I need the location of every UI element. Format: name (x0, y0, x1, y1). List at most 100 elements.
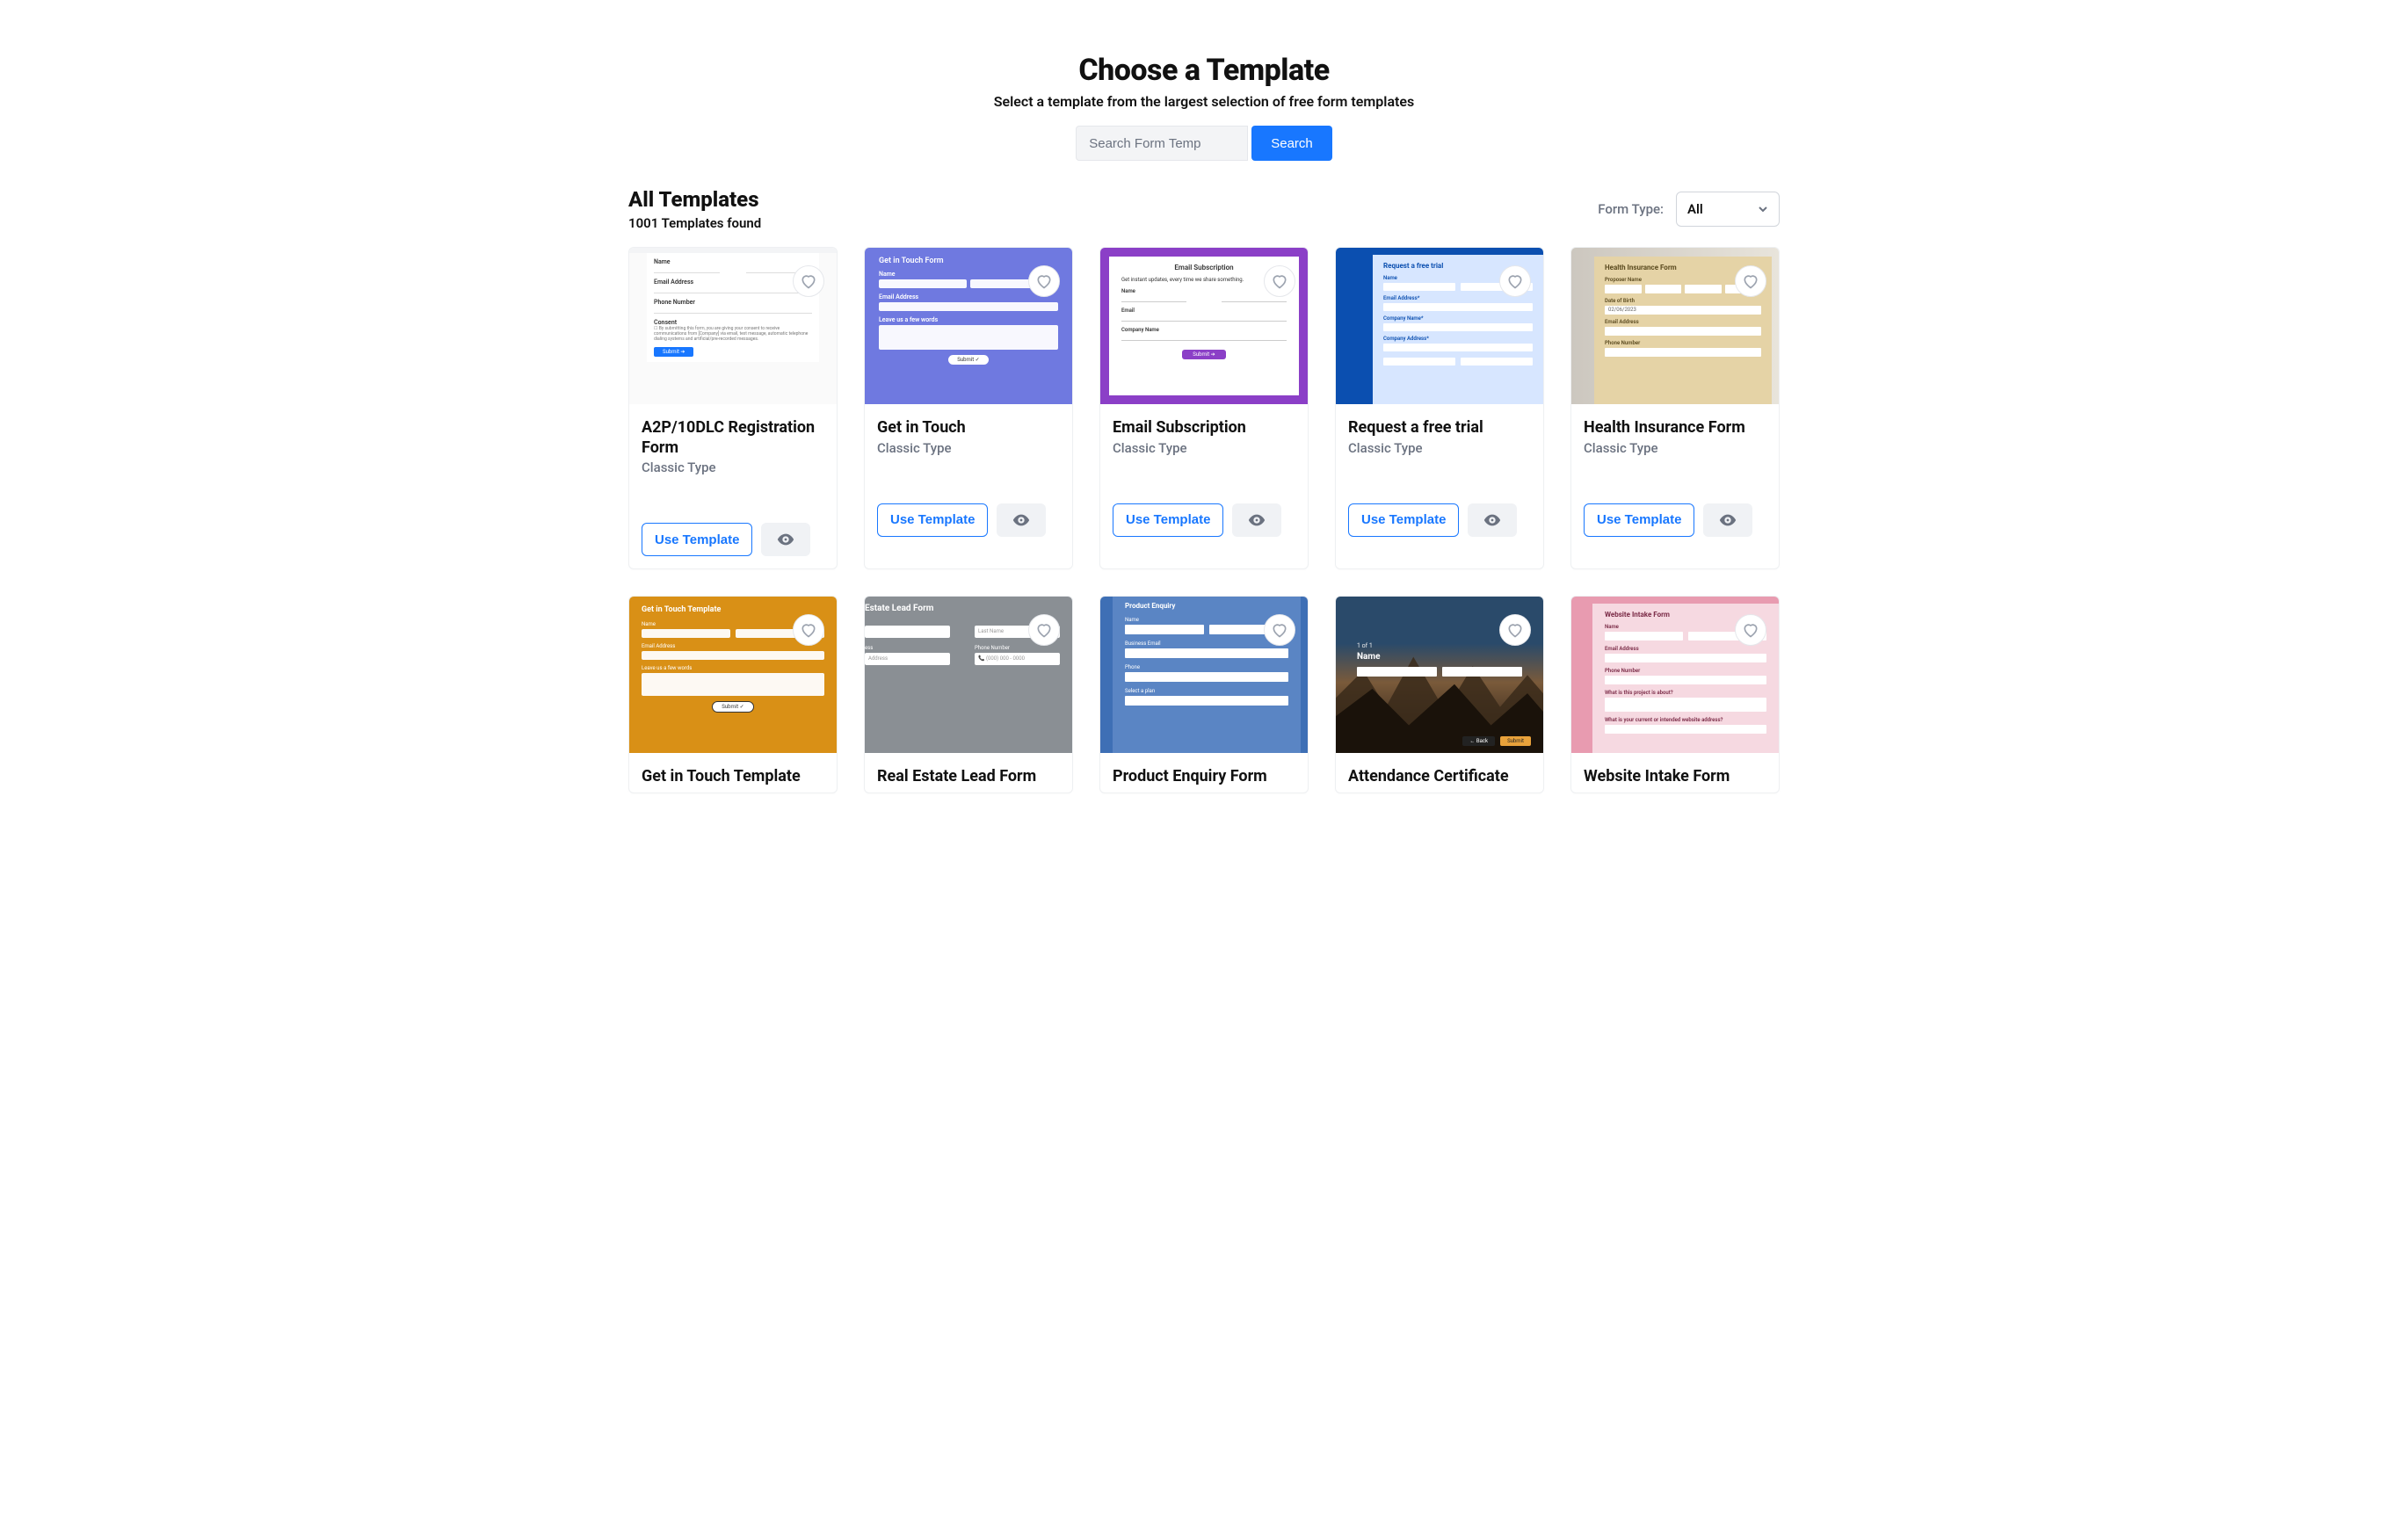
template-thumbnail: Name Email Address Phone Number Consent … (629, 248, 837, 404)
favorite-button[interactable] (793, 614, 824, 646)
eye-icon (776, 530, 795, 549)
preview-button[interactable] (1703, 503, 1752, 537)
heart-icon (1035, 272, 1053, 290)
template-thumbnail: Email Subscription Get instant updates, … (1100, 248, 1308, 404)
mock-label: Email (1121, 308, 1287, 314)
preview-button[interactable] (1232, 503, 1281, 537)
mock-label: Email Address (879, 293, 1058, 300)
template-type: Classic Type (1584, 440, 1766, 456)
template-title: Get in Touch Template (642, 767, 824, 787)
mock-label: Email Address (1605, 319, 1761, 325)
favorite-button[interactable] (1028, 265, 1060, 297)
template-card: Request a free trial Name Email Address*… (1335, 247, 1544, 569)
favorite-button[interactable] (1499, 614, 1531, 646)
mock-value: Address (865, 653, 950, 665)
heart-icon (1271, 621, 1288, 639)
use-template-button[interactable]: Use Template (1348, 503, 1459, 537)
mock-label: Consent (654, 319, 812, 326)
mock-label: Phone Number (1605, 668, 1766, 674)
favorite-button[interactable] (793, 265, 824, 297)
template-title: Request a free trial (1348, 418, 1531, 438)
use-template-button[interactable]: Use Template (877, 503, 988, 537)
mock-label: Company Address* (1383, 336, 1533, 342)
mock-button: Submit ➔ (654, 347, 693, 357)
mock-button: Submit ✓ (948, 355, 988, 365)
template-thumbnail: Product Enquiry Name Business Email Phon… (1100, 597, 1308, 753)
template-title: A2P/10DLC Registration Form (642, 418, 824, 458)
mock-heading: Name (1357, 652, 1522, 662)
mock-label: Name (1125, 617, 1288, 623)
template-type: Classic Type (1113, 440, 1295, 456)
template-title: Product Enquiry Form (1113, 767, 1295, 787)
form-type-select[interactable]: All (1676, 192, 1780, 227)
eye-icon (1012, 510, 1031, 530)
heart-icon (1271, 272, 1288, 290)
mock-heading: Get in Touch Template (642, 605, 824, 614)
mock-label: Company Name (1121, 327, 1287, 333)
use-template-button[interactable]: Use Template (642, 523, 752, 556)
eye-icon (1247, 510, 1266, 530)
results-count: 1001 Templates found (628, 215, 761, 231)
heart-icon (1742, 272, 1759, 290)
template-thumbnail: Health Insurance Form Proposer Name Date… (1571, 248, 1779, 404)
template-type: Classic Type (642, 460, 824, 475)
favorite-button[interactable] (1264, 265, 1295, 297)
mock-label: Name (654, 258, 812, 265)
mock-heading: Get in Touch Form (879, 257, 1058, 265)
template-thumbnail: Website Intake Form Name Email Address P… (1571, 597, 1779, 753)
mock-label: Phone Number (654, 299, 812, 306)
heart-icon (800, 272, 817, 290)
template-thumbnail: Get in Touch Form Name Email Address Lea… (865, 248, 1072, 404)
mock-button: Submit (1500, 736, 1531, 746)
preview-button[interactable] (1468, 503, 1517, 537)
template-title: Attendance Certificate (1348, 767, 1531, 787)
template-title: Real Estate Lead Form (877, 767, 1060, 787)
template-type: Classic Type (1348, 440, 1531, 456)
favorite-button[interactable] (1735, 265, 1766, 297)
template-card: Health Insurance Form Proposer Name Date… (1570, 247, 1780, 569)
favorite-button[interactable] (1028, 614, 1060, 646)
template-card: Estate Lead Form ess Address Last Name P… (864, 596, 1073, 793)
mock-label: Phone (1125, 664, 1288, 670)
mock-label: What is this project is about? (1605, 690, 1766, 696)
template-thumbnail: Get in Touch Template Name Email Address… (629, 597, 837, 753)
mock-label: Email Address (642, 643, 824, 649)
mock-label: Leave us a few words (879, 316, 1058, 323)
template-card: 1 of 1 Name ← Back Submit Attendance Cer… (1335, 596, 1544, 793)
mock-label: Company Name* (1383, 315, 1533, 322)
search-button[interactable]: Search (1251, 126, 1332, 161)
heart-icon (1742, 621, 1759, 639)
template-title: Website Intake Form (1584, 767, 1766, 787)
form-type-label: Form Type: (1598, 201, 1664, 217)
heart-icon (800, 621, 817, 639)
template-type: Classic Type (877, 440, 1060, 456)
template-title: Email Subscription (1113, 418, 1295, 438)
favorite-button[interactable] (1499, 265, 1531, 297)
heart-icon (1506, 272, 1524, 290)
mock-label: Email Address (654, 279, 812, 286)
template-thumbnail: 1 of 1 Name ← Back Submit (1336, 597, 1543, 753)
favorite-button[interactable] (1264, 614, 1295, 646)
mock-button: Submit ➔ (1182, 350, 1225, 359)
page-subtitle: Select a template from the largest selec… (628, 93, 1780, 110)
use-template-button[interactable]: Use Template (1113, 503, 1223, 537)
eye-icon (1483, 510, 1502, 530)
preview-button[interactable] (761, 523, 810, 556)
template-card: Website Intake Form Name Email Address P… (1570, 596, 1780, 793)
mock-label: Phone Number (1605, 340, 1761, 346)
favorite-button[interactable] (1735, 614, 1766, 646)
use-template-button[interactable]: Use Template (1584, 503, 1694, 537)
mock-button: ← Back (1462, 736, 1495, 746)
template-title: Health Insurance Form (1584, 418, 1766, 438)
page-heading: Choose a Template (628, 53, 1780, 88)
heart-icon (1506, 621, 1524, 639)
mock-value: 02/06/2023 (1605, 306, 1761, 315)
preview-button[interactable] (997, 503, 1046, 537)
mock-label: Email Address (1605, 646, 1766, 652)
search-input[interactable] (1076, 126, 1248, 161)
mock-step: 1 of 1 (1357, 642, 1522, 649)
template-thumbnail: Request a free trial Name Email Address*… (1336, 248, 1543, 404)
template-thumbnail: Estate Lead Form ess Address Last Name P… (865, 597, 1072, 753)
mock-heading: Estate Lead Form (865, 604, 1060, 613)
mock-heading: Email Subscription (1121, 264, 1287, 271)
